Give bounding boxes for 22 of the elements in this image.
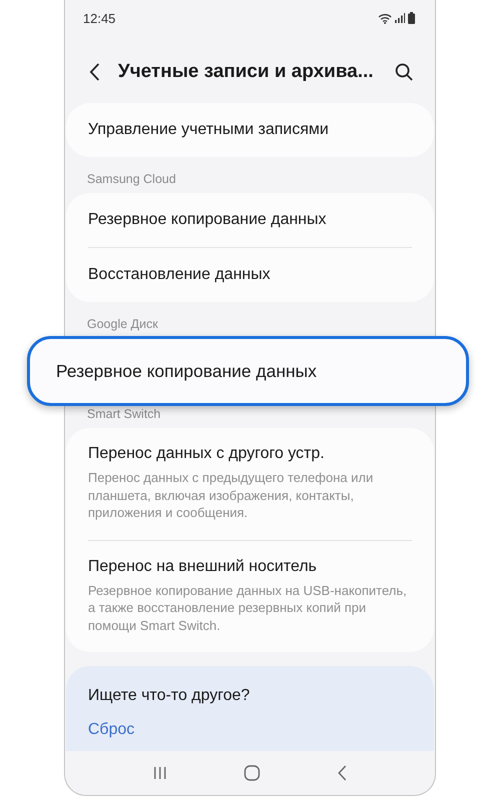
setting-item[interactable]: Управление учетными записями <box>88 120 412 140</box>
battery-icon <box>408 12 415 24</box>
back-icon[interactable] <box>89 63 100 81</box>
wifi-icon <box>378 12 392 24</box>
section-header: Google Диск <box>87 317 158 331</box>
status-time: 12:45 <box>83 10 116 26</box>
setting-item[interactable]: Перенос данных с другого устр. <box>88 444 412 464</box>
highlighted-setting-item[interactable]: Резервное копирование данных <box>27 336 469 406</box>
signal-icon <box>395 13 405 23</box>
help-title: Ищете что-то другое? <box>88 686 250 706</box>
recent-apps-icon[interactable] <box>153 766 168 780</box>
setting-item[interactable]: Резервное копирование данных <box>88 210 412 230</box>
home-icon[interactable] <box>244 765 260 781</box>
setting-description: Резервное копирование данных на USB-накопитель, а также восстановление резервных копий при помощи Smart Switch. <box>88 582 408 634</box>
page-title: Учетные записи и архива... <box>118 61 374 83</box>
search-icon[interactable] <box>395 63 413 81</box>
setting-item[interactable]: Восстановление данных <box>88 265 412 285</box>
setting-item[interactable]: Перенос на внешний носитель <box>88 556 412 576</box>
section-header: Samsung Cloud <box>87 172 176 186</box>
help-link[interactable]: Сброс <box>88 720 135 744</box>
section-header: Smart Switch <box>87 407 161 421</box>
setting-description: Перенос данных с предыдущего телефона или планшета, включая изображения, контакты, приложения и сообщения. <box>88 469 374 522</box>
